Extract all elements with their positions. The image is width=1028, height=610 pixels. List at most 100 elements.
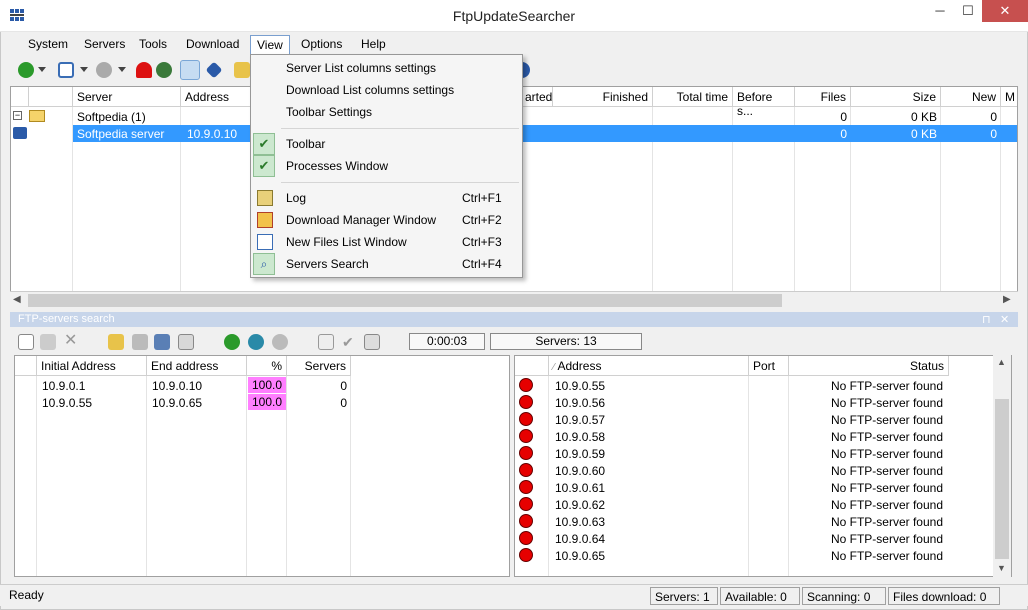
result-row[interactable]: 10.9.0.59 No FTP-server found xyxy=(515,445,993,462)
result-status: No FTP-server found xyxy=(830,430,943,444)
menu-item-server-list-columns[interactable]: Server List columns settings xyxy=(253,57,520,79)
maximize-button[interactable]: ☐ xyxy=(954,0,982,22)
collapse-icon[interactable]: − xyxy=(13,111,22,120)
vertical-scrollbar[interactable]: ▲ ▼ xyxy=(993,355,1011,577)
menu-item-toolbar[interactable]: ✔ Toolbar xyxy=(253,133,520,155)
column-header-percent[interactable]: % xyxy=(247,356,287,376)
check-icon[interactable]: ✔ xyxy=(342,334,358,350)
result-address: 10.9.0.55 xyxy=(555,379,606,393)
column-header-size[interactable]: Size xyxy=(851,87,941,107)
clipboard-icon[interactable] xyxy=(364,334,380,350)
resume-search-icon[interactable] xyxy=(248,334,264,350)
scan-results-list[interactable]: ⁄ Address Port Status 10.9.0.55 No FTP-se… xyxy=(514,355,1012,577)
result-row[interactable]: 10.9.0.60 No FTP-server found xyxy=(515,462,993,479)
scroll-down-icon[interactable]: ▼ xyxy=(997,563,1006,573)
result-status: No FTP-server found xyxy=(830,413,943,427)
minimize-button[interactable]: ─ xyxy=(926,0,954,22)
open-folder-icon[interactable] xyxy=(108,334,124,350)
stop-icon[interactable] xyxy=(96,62,112,78)
menu-options[interactable]: Options xyxy=(301,37,342,51)
menu-item-download-list-columns[interactable]: Download List columns settings xyxy=(253,79,520,101)
menu-servers[interactable]: Servers xyxy=(84,37,125,51)
result-row[interactable]: 10.9.0.63 No FTP-server found xyxy=(515,513,993,530)
result-row[interactable]: 10.9.0.64 No FTP-server found xyxy=(515,530,993,547)
panel-close-icon[interactable]: ✕ xyxy=(1000,313,1009,326)
scroll-thumb[interactable] xyxy=(995,399,1009,559)
dropdown-arrow-icon[interactable] xyxy=(38,67,46,75)
column-header[interactable] xyxy=(11,87,29,107)
menu-item-label: Log xyxy=(286,191,307,205)
menu-item-label: Servers Search xyxy=(286,257,369,271)
menu-item-processes-window[interactable]: ✔ Processes Window xyxy=(253,155,520,177)
pin-icon[interactable]: ⊓ xyxy=(982,313,991,326)
column-header-port[interactable]: Port xyxy=(749,356,789,376)
globe-icon[interactable] xyxy=(156,62,172,78)
result-address: 10.9.0.65 xyxy=(555,549,606,563)
dropdown-arrow-icon[interactable] xyxy=(80,67,88,75)
column-header-server[interactable]: Server xyxy=(73,87,181,107)
result-row[interactable]: 10.9.0.62 No FTP-server found xyxy=(515,496,993,513)
menu-system[interactable]: System xyxy=(28,37,68,51)
copy-icon[interactable] xyxy=(178,334,194,350)
folder-icon[interactable] xyxy=(234,62,250,78)
column-header-finished[interactable]: Finished xyxy=(553,87,653,107)
column-header-m[interactable]: M xyxy=(1001,87,1017,107)
menu-item-log[interactable]: Log Ctrl+F1 xyxy=(253,187,520,209)
close-button[interactable]: ✕ xyxy=(982,0,1028,22)
network-icon[interactable] xyxy=(154,334,170,350)
save-icon[interactable] xyxy=(132,334,148,350)
result-row[interactable]: 10.9.0.56 No FTP-server found xyxy=(515,394,993,411)
column-header[interactable] xyxy=(515,356,549,376)
range-row[interactable]: 10.9.0.55 10.9.0.65 100.0 0 xyxy=(15,394,509,411)
result-address: 10.9.0.60 xyxy=(555,464,606,478)
start-search-icon[interactable] xyxy=(224,334,240,350)
column-header-address[interactable]: ⁄ Address xyxy=(549,356,749,376)
scroll-left-icon[interactable]: ◀ xyxy=(13,294,21,305)
scroll-right-icon[interactable]: ▶ xyxy=(1003,294,1011,305)
document-icon[interactable] xyxy=(318,334,334,350)
checklist-icon[interactable] xyxy=(58,62,74,78)
column-header-started[interactable]: arted xyxy=(521,87,553,107)
menu-item-toolbar-settings[interactable]: Toolbar Settings xyxy=(253,101,520,123)
menu-item-download-manager[interactable]: Download Manager Window Ctrl+F2 xyxy=(253,209,520,231)
check-icon: ✔ xyxy=(253,155,275,177)
alarm-icon[interactable] xyxy=(136,62,152,78)
result-row[interactable]: 10.9.0.57 No FTP-server found xyxy=(515,411,993,428)
column-header[interactable] xyxy=(29,87,73,107)
result-address: 10.9.0.62 xyxy=(555,498,606,512)
column-header-initial-address[interactable]: Initial Address xyxy=(37,356,147,376)
column-header-before[interactable]: Before s... xyxy=(733,87,795,118)
result-row[interactable]: 10.9.0.65 No FTP-server found xyxy=(515,547,993,564)
ip-ranges-list[interactable]: Initial Address End address % Servers 10… xyxy=(14,355,510,577)
dropdown-arrow-icon[interactable] xyxy=(118,67,126,75)
menu-tools[interactable]: Tools xyxy=(139,37,167,51)
column-header-files[interactable]: Files xyxy=(795,87,851,107)
delete-range-icon[interactable]: ✕ xyxy=(64,333,80,350)
column-header-status[interactable]: Status xyxy=(789,356,949,376)
new-range-icon[interactable] xyxy=(18,334,34,350)
range-row[interactable]: 10.9.0.1 10.9.0.10 100.0 0 xyxy=(15,377,509,394)
menu-view[interactable]: View xyxy=(250,35,290,54)
column-header-address[interactable]: Address xyxy=(181,87,251,107)
edit-range-icon[interactable] xyxy=(40,334,56,350)
menu-item-label: Toolbar xyxy=(286,137,326,151)
horizontal-scrollbar[interactable]: ◀ ▶ xyxy=(10,291,1018,308)
info-icon[interactable] xyxy=(205,61,223,79)
start-icon[interactable] xyxy=(18,62,34,78)
result-row[interactable]: 10.9.0.55 No FTP-server found xyxy=(515,377,993,394)
scroll-up-icon[interactable]: ▲ xyxy=(997,357,1006,367)
menu-item-servers-search[interactable]: ⌕ Servers Search Ctrl+F4 xyxy=(253,253,520,275)
menu-help[interactable]: Help xyxy=(361,37,386,51)
result-row[interactable]: 10.9.0.58 No FTP-server found xyxy=(515,428,993,445)
menu-item-new-files-list[interactable]: New Files List Window Ctrl+F3 xyxy=(253,231,520,253)
column-header-total-time[interactable]: Total time xyxy=(653,87,733,107)
servers-search-icon[interactable] xyxy=(180,60,200,80)
stop-search-icon[interactable] xyxy=(272,334,288,350)
column-header-servers[interactable]: Servers xyxy=(287,356,351,376)
result-row[interactable]: 10.9.0.61 No FTP-server found xyxy=(515,479,993,496)
column-header[interactable] xyxy=(15,356,37,376)
column-header-end-address[interactable]: End address xyxy=(147,356,247,376)
scroll-thumb[interactable] xyxy=(28,294,782,307)
menu-download[interactable]: Download xyxy=(186,37,239,51)
column-header-new[interactable]: New xyxy=(941,87,1001,107)
